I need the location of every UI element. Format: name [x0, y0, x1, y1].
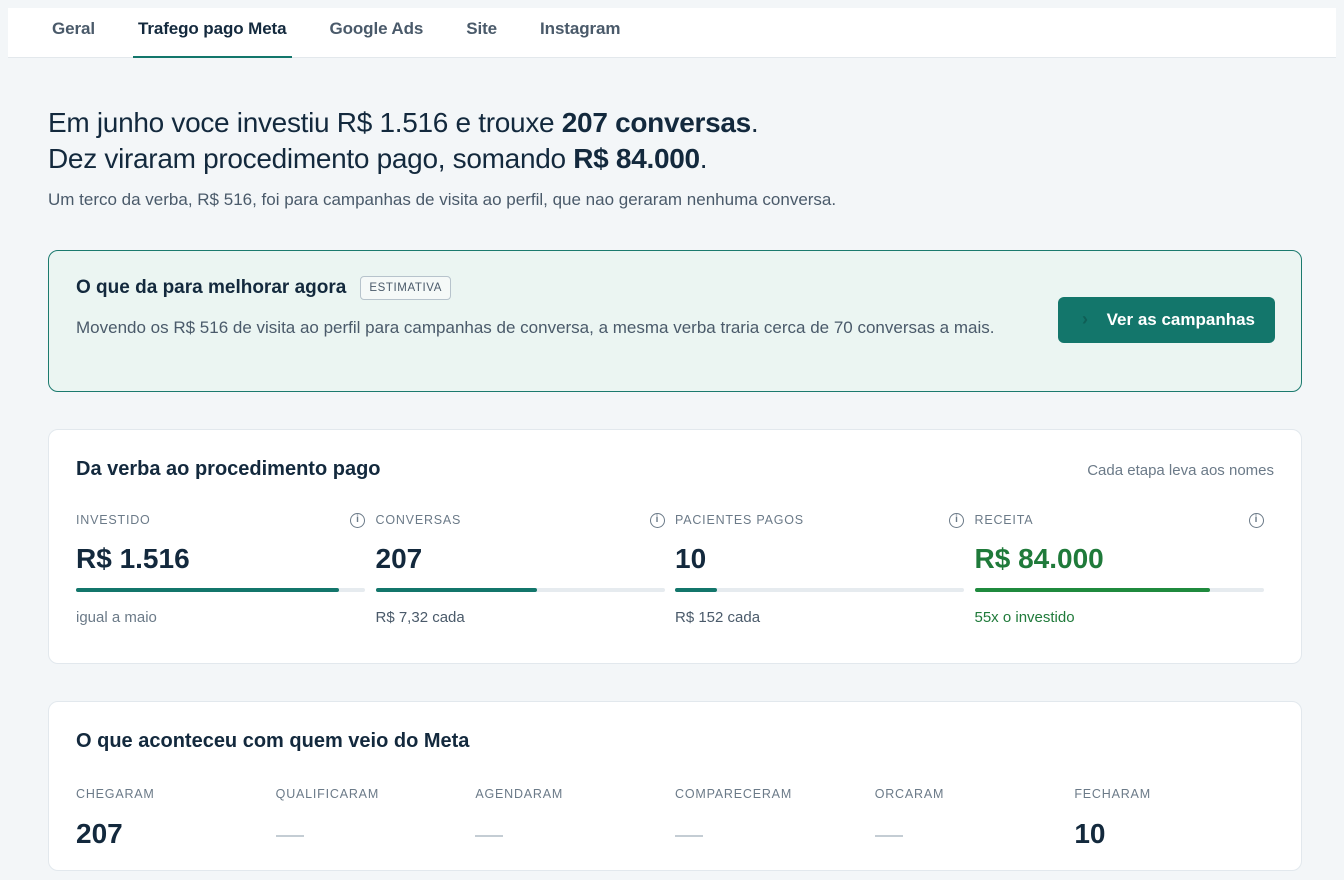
improvement-title: O que da para melhorar agora — [76, 277, 347, 298]
stage-orcaram[interactable]: ORCARAM — [874, 787, 1075, 852]
stage-chegaram[interactable]: CHEGARAM 207 — [76, 787, 276, 852]
stage-label: CHEGARAM — [76, 787, 155, 801]
main-content: Em junho voce investiu R$ 1.516 e trouxe… — [48, 58, 1302, 871]
journey-stages: CHEGARAM 207 QUALIFICARAM AGENDARAM COMP… — [76, 787, 1274, 852]
revenue-highlight: R$ 84.000 — [573, 143, 700, 174]
funnel-hint: Cada etapa leva aos nomes — [1087, 462, 1274, 479]
info-icon[interactable]: i — [649, 513, 665, 528]
stage-label: ORCARAM — [874, 787, 945, 801]
summary-line-1: Em junho voce investiu R$ 1.516 e trouxe… — [48, 107, 759, 138]
metric-label: PACIENTES PAGOS — [675, 513, 804, 527]
progress-fill — [974, 588, 1211, 592]
empty-dash — [275, 835, 304, 837]
view-campaigns-label: Ver as campanhas — [1106, 310, 1255, 329]
view-campaigns-button[interactable]: › Ver as campanhas — [1058, 297, 1275, 343]
metric-value: R$ 1.516 — [76, 543, 190, 574]
metric-invested[interactable]: INVESTIDO i R$ 1.516 igual a maio — [76, 513, 376, 626]
tab-instagram[interactable]: Instagram — [540, 8, 620, 57]
stage-compareceram[interactable]: COMPARECERAM — [675, 787, 875, 852]
funnel-card: Da verba ao procedimento pago Cada etapa… — [48, 429, 1302, 664]
summary-line-2: Dez viraram procedimento pago, somando R… — [48, 143, 708, 174]
stage-fecharam[interactable]: FECHARAM 10 — [1074, 787, 1274, 852]
tab-bar: Geral Trafego pago Meta Google Ads Site … — [8, 8, 1336, 58]
metric-revenue[interactable]: RECEITA i R$ 84.000 55x o investido — [974, 513, 1275, 626]
empty-dash — [874, 835, 903, 837]
metric-label: INVESTIDO — [76, 513, 151, 527]
metric-conversations[interactable]: CONVERSAS i 207 R$ 7,32 cada — [375, 513, 676, 626]
progress-bar — [375, 588, 665, 592]
metric-subtext: igual a maio — [76, 609, 157, 626]
empty-dash — [475, 835, 504, 837]
tab-trafego-pago-meta[interactable]: Trafego pago Meta — [133, 8, 292, 58]
metric-value: 207 — [375, 543, 423, 574]
stage-qualificaram[interactable]: QUALIFICARAM — [275, 787, 476, 852]
progress-fill — [675, 588, 717, 592]
stage-label: FECHARAM — [1074, 787, 1151, 801]
conversions-highlight: 207 conversas — [561, 107, 751, 138]
stage-label: QUALIFICARAM — [275, 787, 380, 801]
info-icon[interactable]: i — [350, 513, 365, 528]
progress-fill — [76, 588, 339, 592]
journey-card: O que aconteceu com quem veio do Meta CH… — [48, 701, 1302, 871]
page: Geral Trafego pago Meta Google Ads Site … — [8, 8, 1336, 872]
chevron-right-icon: › — [1082, 309, 1088, 329]
stage-value: 207 — [76, 818, 123, 849]
metric-label: CONVERSAS — [375, 513, 462, 527]
metric-value: R$ 84.000 — [974, 543, 1104, 574]
progress-bar — [974, 588, 1264, 592]
stage-agendaram[interactable]: AGENDARAM — [475, 787, 675, 852]
progress-bar — [675, 588, 964, 592]
summary-subtext: Um terco da verba, R$ 516, foi para camp… — [48, 190, 837, 209]
tab-geral[interactable]: Geral — [52, 8, 95, 57]
metric-subtext: R$ 152 cada — [675, 609, 761, 626]
metric-value: 10 — [675, 543, 707, 574]
stage-label: AGENDARAM — [475, 787, 564, 801]
metric-subtext: 55x o investido — [974, 609, 1075, 626]
info-icon[interactable]: i — [949, 513, 964, 528]
metric-paid-patients[interactable]: PACIENTES PAGOS i 10 R$ 152 cada — [675, 513, 975, 626]
metric-label: RECEITA — [974, 513, 1034, 527]
journey-title: O que aconteceu com quem veio do Meta — [76, 730, 470, 752]
improvement-callout: O que da para melhorar agora ESTIMATIVA … — [48, 250, 1302, 392]
improvement-text: Movendo os R$ 516 de visita ao perfil pa… — [76, 318, 995, 337]
empty-dash — [675, 835, 704, 837]
tab-google-ads[interactable]: Google Ads — [329, 8, 423, 57]
metric-subtext: R$ 7,32 cada — [375, 609, 465, 626]
stage-label: COMPARECERAM — [675, 787, 793, 801]
estimate-badge: ESTIMATIVA — [360, 276, 451, 300]
stage-value: 10 — [1074, 818, 1106, 849]
info-icon[interactable]: i — [1248, 513, 1264, 528]
tab-site[interactable]: Site — [466, 8, 497, 57]
funnel-metrics: INVESTIDO i R$ 1.516 igual a maio CONVER… — [76, 513, 1274, 626]
progress-bar — [76, 588, 365, 592]
summary-headline: Em junho voce investiu R$ 1.516 e trouxe… — [48, 105, 1302, 177]
progress-fill — [375, 588, 538, 592]
